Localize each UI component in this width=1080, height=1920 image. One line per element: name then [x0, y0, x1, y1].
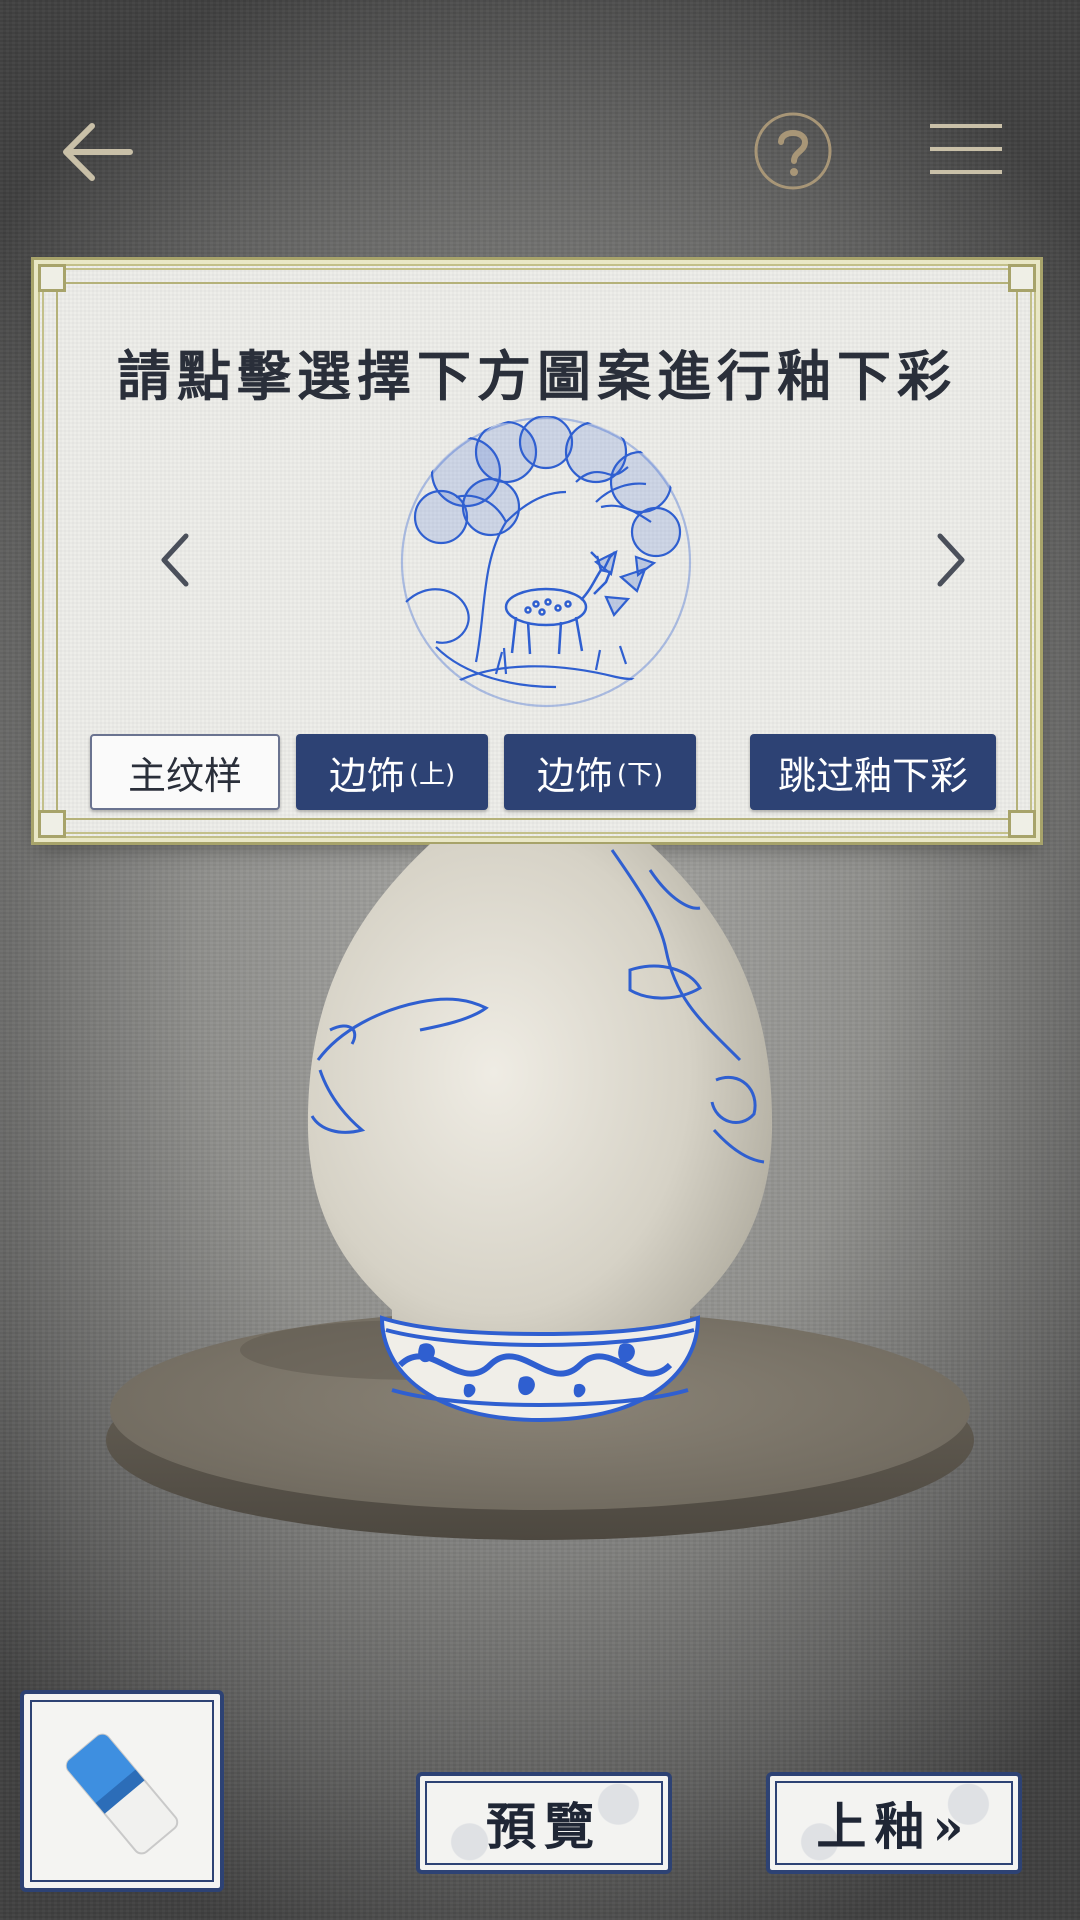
tab-border-top-suffix: (上) — [408, 759, 456, 790]
deer-medallion-pattern — [400, 416, 692, 708]
tab-main-pattern[interactable]: 主纹样 — [90, 734, 280, 810]
preview-label: 預覽 — [486, 1797, 602, 1856]
question-circle-icon — [754, 112, 832, 190]
arrow-left-icon — [63, 123, 133, 181]
preview-button[interactable]: 預覽 — [416, 1772, 672, 1874]
frame-corner — [38, 264, 66, 292]
apply-glaze-label: 上釉» — [816, 1797, 972, 1856]
tab-border-bottom-suffix: (下) — [616, 759, 664, 790]
tab-border-top[interactable]: 边饰 (上) — [296, 734, 488, 810]
next-pattern-button[interactable] — [922, 520, 982, 600]
tab-border-bottom[interactable]: 边饰 (下) — [504, 734, 696, 810]
vase-on-wheel[interactable] — [0, 830, 1080, 1590]
tab-main-pattern-label: 主纹样 — [127, 753, 242, 798]
chevron-right-icon — [937, 533, 965, 587]
chevron-left-icon — [161, 533, 189, 587]
skip-underglaze-label: 跳过釉下彩 — [777, 753, 968, 798]
pottery-scene — [0, 830, 1080, 1590]
apply-glaze-button[interactable]: 上釉» — [766, 1772, 1022, 1874]
menu-button[interactable] — [928, 120, 1004, 180]
tab-border-bottom-label: 边饰 — [536, 753, 613, 798]
pattern-selection-panel: 請點擊選擇下方圖案進行釉下彩 主纹样 边饰 (上) 边饰 (下) 跳过釉下彩 — [38, 264, 1036, 838]
tab-border-top-label: 边饰 — [328, 753, 405, 798]
panel-title: 請點擊選擇下方圖案進行釉下彩 — [117, 344, 957, 408]
help-button[interactable] — [752, 110, 834, 192]
frame-corner — [1008, 264, 1036, 292]
eraser-icon — [65, 1733, 179, 1855]
hamburger-menu-icon — [930, 124, 1002, 174]
skip-underglaze-button[interactable]: 跳过釉下彩 — [750, 734, 996, 810]
eraser-button[interactable] — [20, 1690, 224, 1892]
back-button[interactable] — [56, 112, 136, 192]
previous-pattern-button[interactable] — [144, 520, 204, 600]
pattern-preview-deer-medallion[interactable] — [396, 412, 696, 712]
